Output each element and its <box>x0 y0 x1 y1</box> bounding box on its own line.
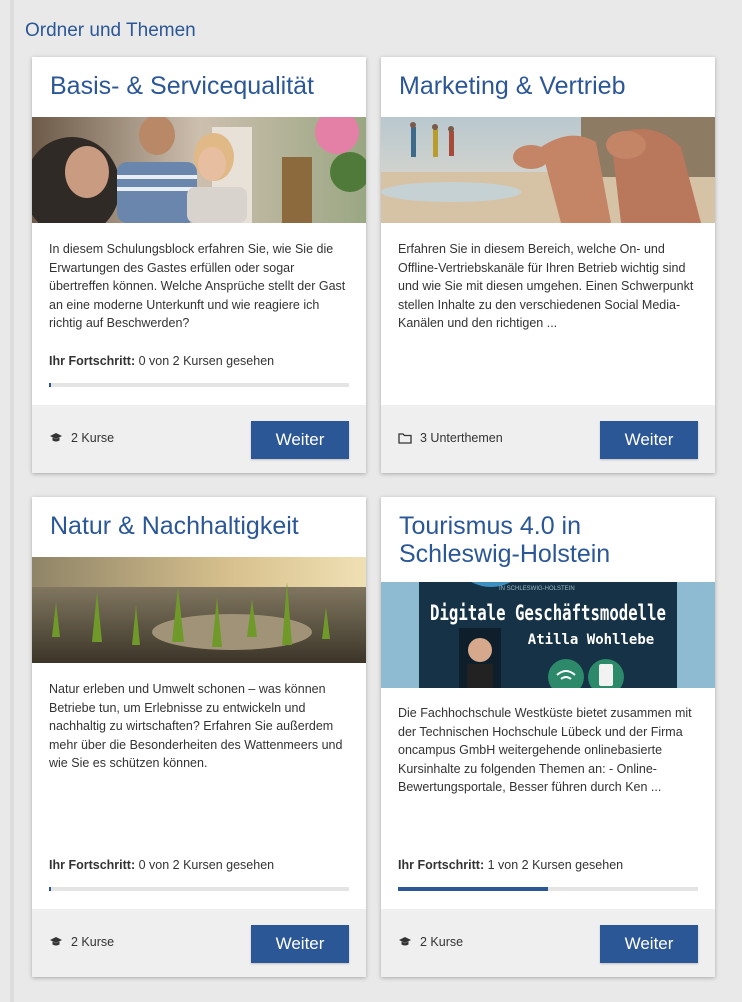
card-image-plants <box>32 557 366 663</box>
card-meta: 2 Kurse <box>398 935 463 949</box>
card-title[interactable]: Marketing & Vertrieb <box>381 72 715 100</box>
card-meta: 2 Kurse <box>49 431 114 445</box>
weiter-button[interactable]: Weiter <box>251 421 349 459</box>
progress-bar <box>49 887 349 891</box>
card-title[interactable]: Natur & Nachhaltigkeit <box>32 512 366 540</box>
weiter-button[interactable]: Weiter <box>600 925 698 963</box>
topic-card-marketing-vertrieb: Marketing & Vertrieb Erfahren Sie in die… <box>381 57 715 473</box>
card-title[interactable]: Basis- & Servicequalität <box>32 72 366 100</box>
card-meta: 2 Kurse <box>49 935 114 949</box>
graduation-cap-icon <box>398 936 412 948</box>
image-headline: Digitale Geschäftsmodelle <box>430 601 666 625</box>
progress-text: Ihr Fortschritt: 1 von 2 Kursen gesehen <box>398 858 623 872</box>
section-title: Ordner und Themen <box>25 20 196 41</box>
card-image-beach <box>381 117 715 223</box>
card-description: Erfahren Sie in diesem Bereich, welche O… <box>398 242 694 330</box>
card-image-people <box>32 117 366 223</box>
progress-bar <box>49 383 349 387</box>
progress-value: 0 von 2 Kursen gesehen <box>138 354 275 368</box>
progress-bar <box>398 887 698 891</box>
progress-text: Ihr Fortschritt: 0 von 2 Kursen gesehen <box>49 354 274 368</box>
topic-card-natur-nachhaltigkeit: Natur & Nachhaltigkeit Natur erleben und… <box>32 497 366 977</box>
card-description: Die Fachhochschule Westküste bietet zusa… <box>398 706 692 794</box>
progress-fill <box>49 383 52 387</box>
graduation-cap-icon <box>49 432 63 444</box>
subtopic-count: 3 Unterthemen <box>420 431 503 445</box>
progress-fill <box>49 887 52 891</box>
left-border <box>10 0 14 1002</box>
image-name: Atilla Wohllebe <box>528 632 654 648</box>
topic-card-basis-servicequalitaet: Basis- & Servicequalität In diesem Schul… <box>32 57 366 473</box>
card-description: In diesem Schulungsblock erfahren Sie, w… <box>49 242 346 330</box>
card-image-promo: IN SCHLESWIG-HOLSTEIN Digitale Geschäfts… <box>381 582 715 688</box>
card-title[interactable]: Tourismus 4.0 in Schleswig-Holstein <box>381 512 715 568</box>
course-count: 2 Kurse <box>71 935 115 949</box>
progress-label: Ihr Fortschritt: <box>398 858 485 872</box>
image-small-text: IN SCHLESWIG-HOLSTEIN <box>499 586 575 592</box>
card-meta: 3 Unterthemen <box>398 431 503 445</box>
card-description: Natur erleben und Umwelt schonen – was k… <box>49 682 343 770</box>
progress-label: Ihr Fortschritt: <box>49 354 136 368</box>
weiter-button[interactable]: Weiter <box>251 925 349 963</box>
graduation-cap-icon <box>49 936 63 948</box>
topic-card-tourismus-4-0: Tourismus 4.0 in Schleswig-Holstein IN S… <box>381 497 715 977</box>
weiter-button[interactable]: Weiter <box>600 421 698 459</box>
progress-label: Ihr Fortschritt: <box>49 858 136 872</box>
card-footer: 2 Kurse Weiter <box>381 909 715 977</box>
progress-value: 0 von 2 Kursen gesehen <box>138 858 275 872</box>
card-footer: 3 Unterthemen Weiter <box>381 405 715 473</box>
course-count: 2 Kurse <box>71 431 115 445</box>
progress-text: Ihr Fortschritt: 0 von 2 Kursen gesehen <box>49 858 274 872</box>
progress-value: 1 von 2 Kursen gesehen <box>487 858 624 872</box>
progress-fill <box>398 887 548 891</box>
course-count: 2 Kurse <box>420 935 464 949</box>
card-footer: 2 Kurse Weiter <box>32 909 366 977</box>
folder-icon <box>398 432 412 444</box>
card-footer: 2 Kurse Weiter <box>32 405 366 473</box>
